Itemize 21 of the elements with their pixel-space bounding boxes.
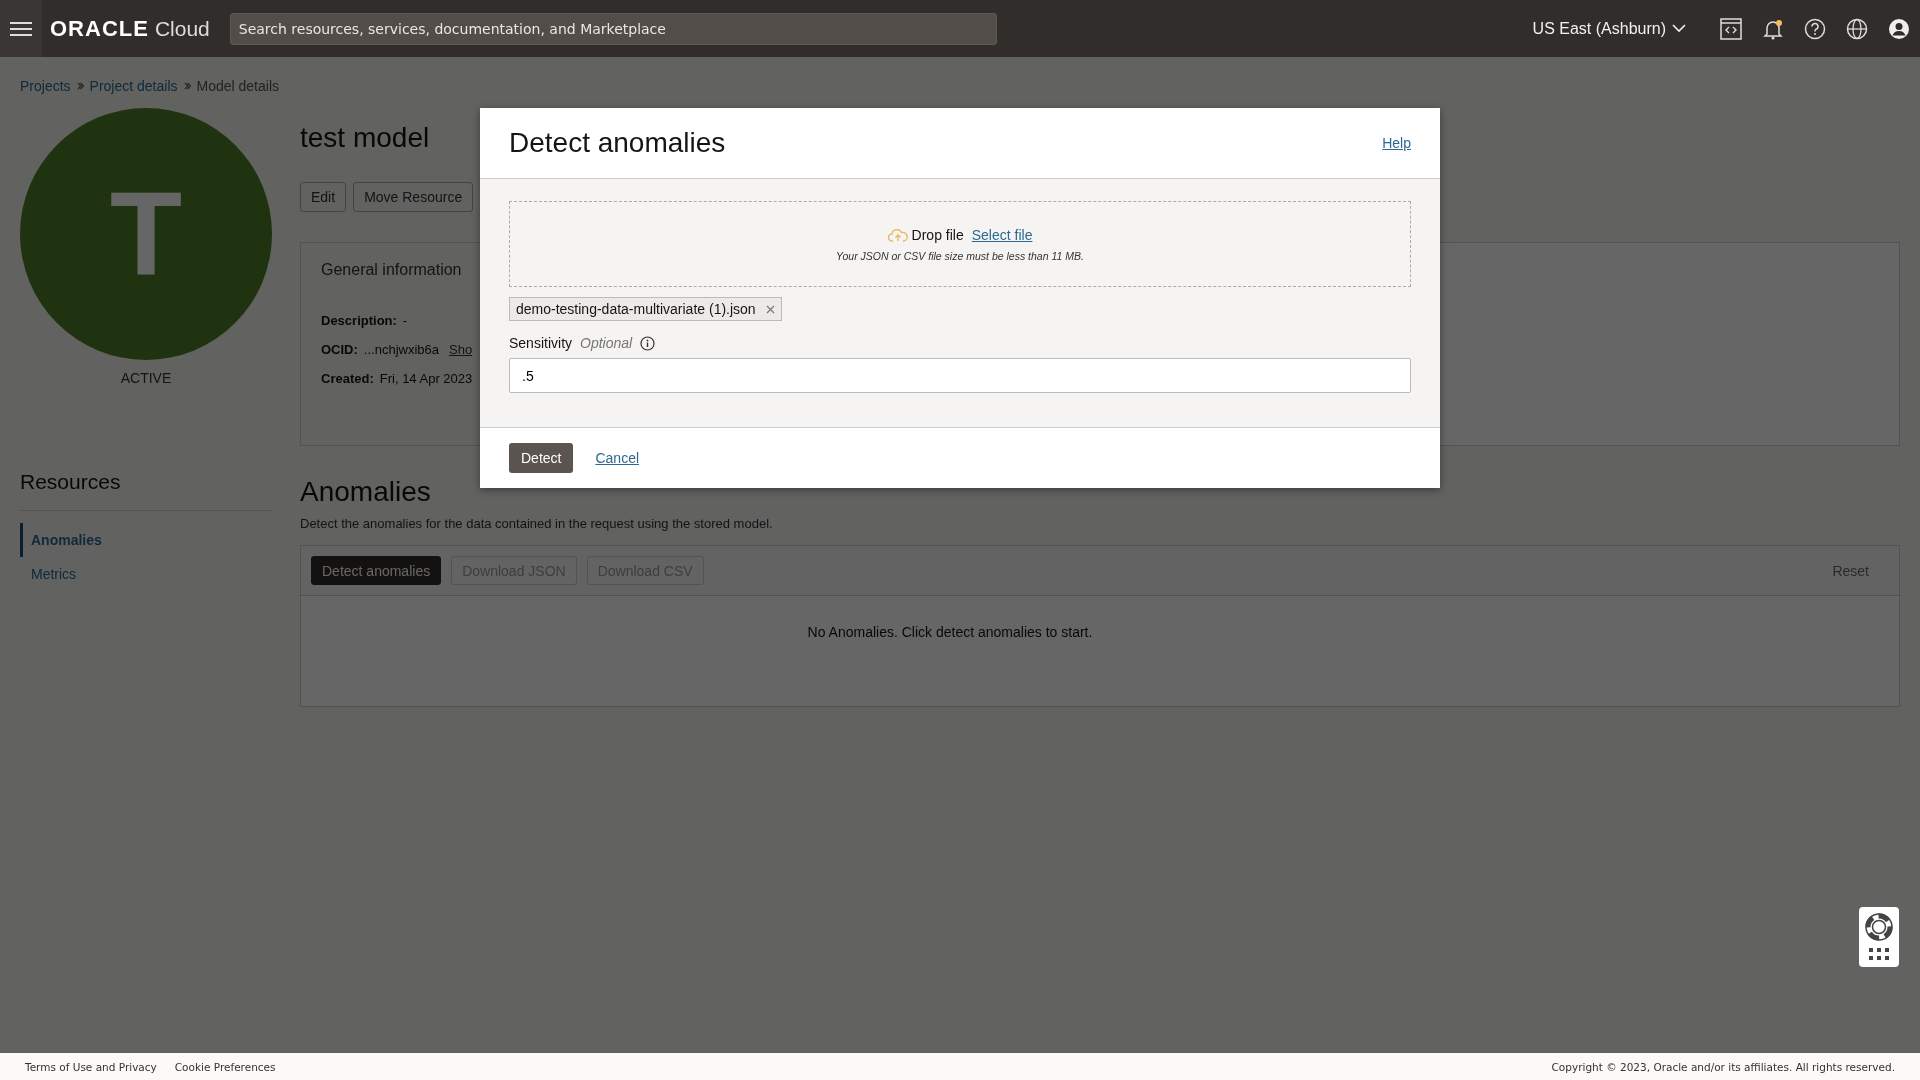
field-value: ...nchjwxib6a <box>363 342 439 357</box>
resources-heading: Resources <box>20 470 272 511</box>
file-size-hint: Your JSON or CSV file size must be less than 11 MB. <box>836 249 1084 262</box>
file-name: demo-testing-data-multivariate (1).json <box>516 301 756 317</box>
field-label: OCID: <box>321 342 358 357</box>
empty-message: No Anomalies. Click detect anomalies to start. <box>807 624 1093 642</box>
optional-label: Optional <box>580 335 633 351</box>
resource-title: test model <box>300 122 430 154</box>
section-heading: Anomalies <box>300 476 431 508</box>
section-description: Detect the anomalies for the data contained in the request using the stored model. <box>300 516 774 531</box>
field-label: Created: <box>321 371 374 386</box>
field-value: Fri, 14 Apr 2023 <box>379 371 473 386</box>
dialog-title: Detect anomalies <box>509 127 726 159</box>
avatar-initial: T <box>109 175 183 293</box>
breadcrumb-current: Model details <box>196 78 279 94</box>
field-value: - <box>402 313 408 328</box>
status-label: ACTIVE <box>120 370 172 386</box>
field-label: Sensitivity <box>509 335 573 351</box>
field-label: Description: <box>321 313 397 328</box>
drop-label: Drop file <box>911 226 964 243</box>
copyright-text: Copyright © 2023, Oracle and/or its affiliates. All rights reserved. <box>1551 1060 1895 1073</box>
